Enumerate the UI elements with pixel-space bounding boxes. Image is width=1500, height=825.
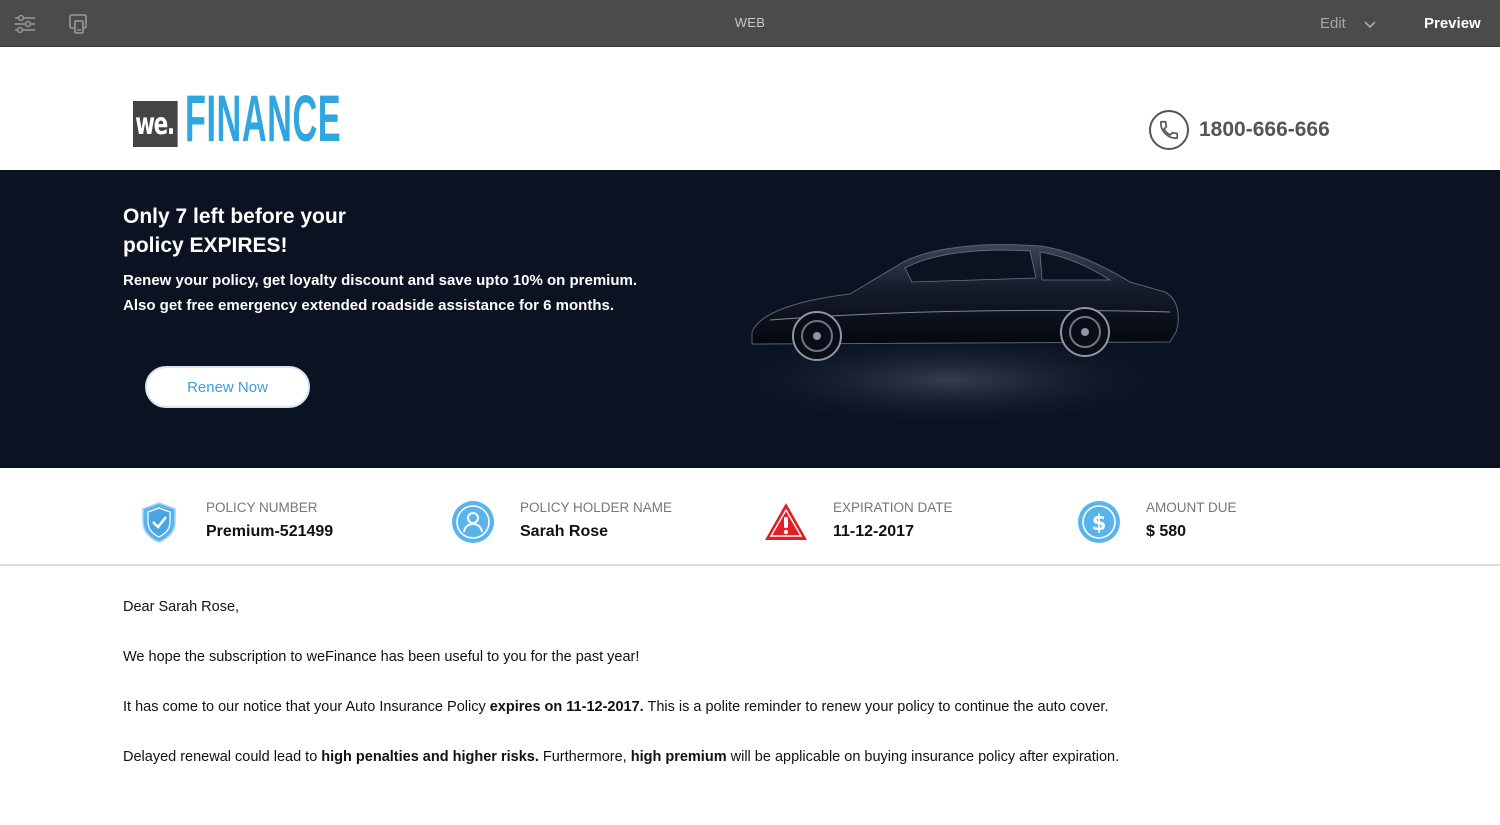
hero-text-line2: Also get free emergency extended roadsid… <box>123 297 615 314</box>
letter-greeting: Dear Sarah Rose, <box>123 599 240 615</box>
phone-icon <box>1149 110 1189 150</box>
user-circle-icon <box>451 500 495 544</box>
amount-due-card: $ AMOUNT DUE $ 580 <box>1077 498 1237 544</box>
hero-banner: Only 7 left before your policy EXPIRES! … <box>0 170 1500 468</box>
hero-title-line2: policy EXPIRES! <box>123 234 288 257</box>
editor-toolbar: WEB Edit Preview <box>0 0 1500 47</box>
p2-bold-expiry: expires on 11-12-2017. <box>489 699 644 715</box>
expiration-date-label: EXPIRATION DATE <box>833 500 953 515</box>
p3-text-c: Furthermore, <box>538 749 631 765</box>
logo-finance-wordmark: FINANCE <box>185 81 342 155</box>
logo-we-mark: we. <box>133 101 178 147</box>
p3-bold-penalties: high penalties and higher risks. <box>321 749 539 765</box>
hero-description: Renew your policy, get loyalty discount … <box>123 268 637 318</box>
expiration-date-value: 11-12-2017 <box>833 523 914 540</box>
p2-text-c: This is a polite reminder to renew your … <box>643 699 1109 715</box>
amount-due-label: AMOUNT DUE <box>1146 500 1237 515</box>
sliders-icon[interactable] <box>13 12 37 36</box>
policy-number-label: POLICY NUMBER <box>206 500 318 515</box>
policy-holder-value: Sarah Rose <box>520 523 609 540</box>
p3-bold-premium: high premium <box>630 749 727 765</box>
toolbar-title: WEB <box>734 15 766 30</box>
shield-check-icon <box>137 500 181 544</box>
p3-text-e: will be applicable on buying insurance p… <box>726 749 1120 765</box>
edit-label: Edit <box>1320 15 1346 32</box>
amount-due-value: $ 580 <box>1146 523 1187 540</box>
renew-now-button[interactable]: Renew Now <box>145 366 310 408</box>
letter-paragraph-3: Delayed renewal could lead to high penal… <box>123 748 1373 798</box>
policy-number-value: Premium-521499 <box>206 523 334 540</box>
wefinance-logo[interactable]: we. FINANCE <box>133 81 486 155</box>
hero-title-line1: Only 7 left before your <box>123 205 346 228</box>
dollar-circle-icon: $ <box>1077 500 1121 544</box>
expiration-date-card: EXPIRATION DATE 11-12-2017 <box>764 498 953 544</box>
hero-text-line1: Renew your policy, get loyalty discount … <box>123 272 637 289</box>
letter-paragraph-1: We hope the subscription to weFinance ha… <box>123 649 640 665</box>
policy-number-card: POLICY NUMBER Premium-521499 <box>137 498 333 544</box>
p2-text-a: It has come to our notice that your Auto… <box>123 699 490 715</box>
phone-contact[interactable]: 1800-666-666 <box>1149 110 1330 150</box>
letter-body: Dear Sarah Rose, We hope the subscriptio… <box>123 598 1373 798</box>
letter-paragraph-2: It has come to our notice that your Auto… <box>123 698 1373 748</box>
policy-holder-card: POLICY HOLDER NAME Sarah Rose <box>451 498 672 544</box>
phone-number: 1800-666-666 <box>1199 118 1330 141</box>
p3-text-a: Delayed renewal could lead to <box>123 749 322 765</box>
chevron-down-icon[interactable] <box>1364 17 1376 35</box>
device-preview-icon[interactable] <box>67 12 91 36</box>
car-image <box>700 244 1200 420</box>
hero-title: Only 7 left before your policy EXPIRES! <box>123 202 346 260</box>
preview-button[interactable]: Preview <box>1424 15 1481 32</box>
svg-text:$: $ <box>1092 511 1107 535</box>
edit-mode-dropdown[interactable]: Edit <box>1320 15 1346 32</box>
warning-triangle-icon <box>764 500 808 544</box>
policy-holder-label: POLICY HOLDER NAME <box>520 500 673 515</box>
policy-info-strip: POLICY NUMBER Premium-521499 POLICY HOLD… <box>0 468 1500 566</box>
